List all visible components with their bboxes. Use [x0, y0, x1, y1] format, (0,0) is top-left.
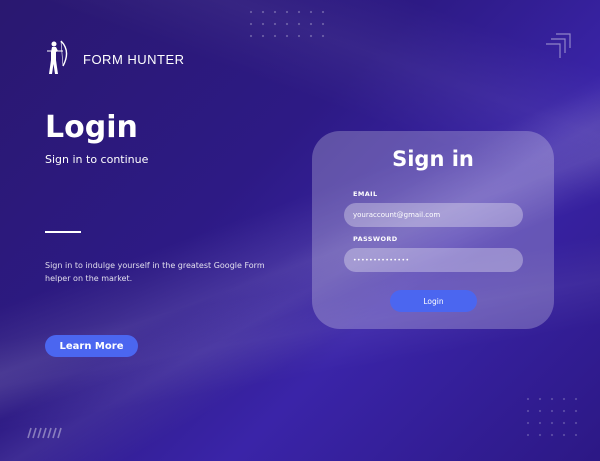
password-field[interactable] — [344, 248, 523, 272]
brand[interactable]: FORM HUNTER — [45, 38, 185, 80]
sign-in-card: Sign in EMAIL PASSWORD Login — [312, 131, 554, 329]
page-title: Login — [45, 110, 138, 145]
brand-name: FORM HUNTER — [83, 51, 185, 67]
archer-icon — [45, 38, 71, 80]
email-field[interactable] — [344, 203, 523, 227]
description-text: Sign in to indulge yourself in the great… — [45, 261, 265, 283]
password-label: PASSWORD — [353, 235, 398, 243]
dot-grid-decoration — [245, 6, 325, 42]
stripes-decoration — [25, 424, 63, 443]
sign-in-title: Sign in — [392, 147, 474, 171]
divider — [45, 231, 81, 233]
learn-more-button[interactable]: Learn More — [45, 335, 138, 357]
dot-grid-decoration — [522, 393, 582, 443]
stacked-squares-icon — [544, 32, 572, 64]
page-subtitle: Sign in to continue — [45, 153, 149, 166]
login-button[interactable]: Login — [390, 290, 477, 312]
email-label: EMAIL — [353, 190, 378, 198]
